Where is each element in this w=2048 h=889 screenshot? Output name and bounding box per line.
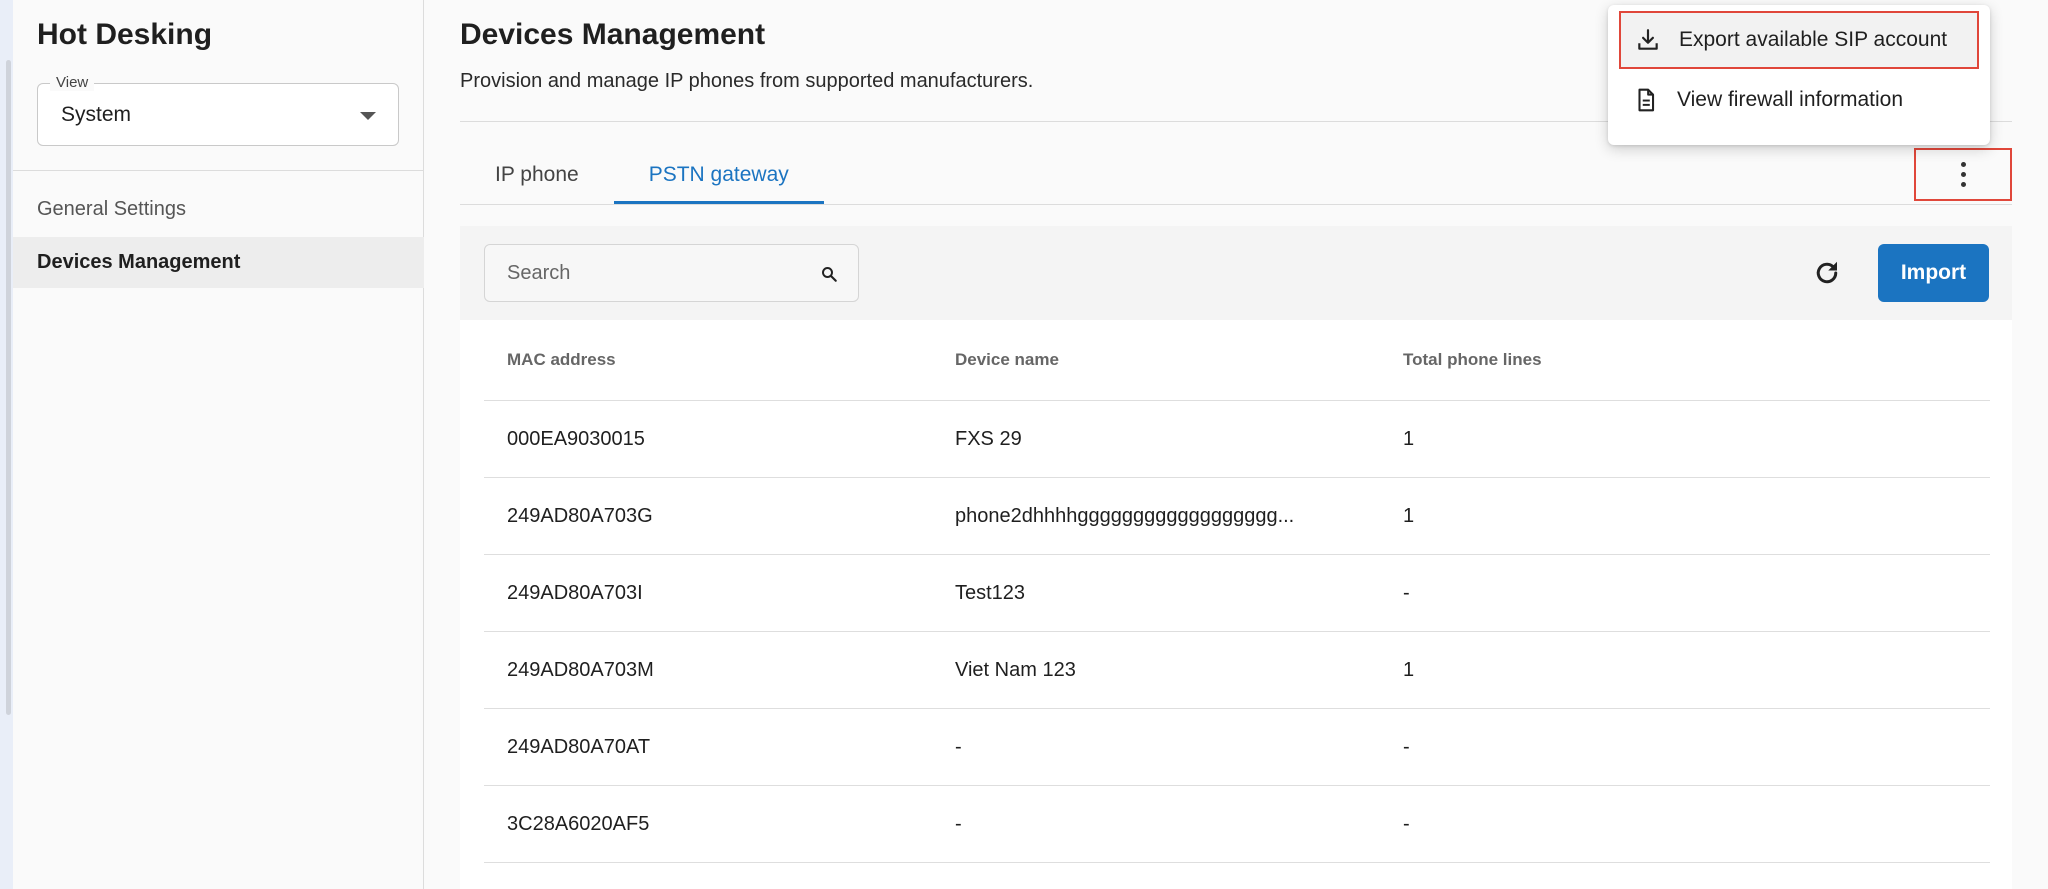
phone-lines-cell: - <box>1403 581 1410 604</box>
page-subtitle: Provision and manage IP phones from supp… <box>460 70 1034 92</box>
refresh-icon[interactable] <box>1812 258 1842 288</box>
view-select-value: System <box>61 103 132 126</box>
phone-lines-cell: 1 <box>1403 427 1415 450</box>
sidebar-item-general-settings[interactable]: General Settings <box>13 184 424 235</box>
view-select-label: View <box>50 74 95 91</box>
mac-address-cell: 000EA9030015 <box>507 427 645 450</box>
phone-lines-cell: 1 <box>1403 658 1415 681</box>
sidebar: Hot Desking View System General Settings… <box>13 0 424 889</box>
table-row[interactable]: 249AD80A703M Viet Nam 123 1 <box>484 632 1990 709</box>
tab-bar: IP phone PSTN gateway <box>460 148 824 204</box>
table-row[interactable]: 000EA9030015 FXS 29 1 <box>484 401 1990 478</box>
column-header-device-name[interactable]: Device name <box>955 350 1059 370</box>
document-icon <box>1638 88 1655 112</box>
more-options-menu: Export available SIP account View firewa… <box>1608 5 1990 145</box>
search-input[interactable] <box>485 245 805 301</box>
column-header-total-phone-lines[interactable]: Total phone lines <box>1403 350 1542 370</box>
more-options-button[interactable] <box>1914 148 2012 201</box>
tab-pstn-gateway[interactable]: PSTN gateway <box>613 148 824 204</box>
table-header-row: MAC address Device name Total phone line… <box>484 320 1990 401</box>
device-name-cell: - <box>955 735 962 758</box>
mac-address-cell: 249AD80A703G <box>507 504 653 527</box>
table-row[interactable]: 249AD80A703I Test123 - <box>484 555 1990 632</box>
table-row[interactable]: 3C28A6020AF5 - - <box>484 786 1990 863</box>
menu-item-export-sip-account[interactable]: Export available SIP account <box>1619 11 1979 69</box>
page-title: Devices Management <box>460 18 766 51</box>
sidebar-item-label: Devices Management <box>37 251 241 273</box>
phone-lines-cell: - <box>1403 812 1410 835</box>
devices-panel: Import MAC address Device name Total pho… <box>460 226 2012 889</box>
sidebar-item-label: General Settings <box>37 198 186 220</box>
device-name-cell: FXS 29 <box>955 427 1022 450</box>
search-box <box>484 244 859 302</box>
mac-address-cell: 249AD80A70AT <box>507 735 651 758</box>
mac-address-cell: 249AD80A703I <box>507 581 643 604</box>
menu-item-view-firewall-information[interactable]: View firewall information <box>1619 71 1979 129</box>
menu-item-label: Export available SIP account <box>1679 28 1948 51</box>
mac-address-cell: 249AD80A703M <box>507 658 654 681</box>
toolbar: Import <box>460 226 2012 320</box>
left-edge-strip <box>0 0 13 889</box>
import-button[interactable]: Import <box>1878 244 1989 302</box>
tabs-divider <box>460 204 2012 205</box>
device-name-cell: Viet Nam 123 <box>955 658 1076 681</box>
caret-down-icon <box>360 112 376 120</box>
devices-table: MAC address Device name Total phone line… <box>484 320 1990 863</box>
column-header-mac-address[interactable]: MAC address <box>507 350 616 370</box>
sidebar-item-devices-management[interactable]: Devices Management <box>13 237 424 288</box>
device-name-cell: Test123 <box>955 581 1026 604</box>
download-icon <box>1638 29 1658 50</box>
view-select[interactable]: View System <box>37 74 399 146</box>
table-row[interactable]: 249AD80A703G phone2dhhhhgggggggggggggggg… <box>484 478 1990 555</box>
device-name-cell: phone2dhhhhgggggggggggggggggg... <box>955 504 1295 527</box>
mac-address-cell: 3C28A6020AF5 <box>507 812 650 835</box>
table-row[interactable]: 249AD80A70AT - - <box>484 709 1990 786</box>
search-icon[interactable] <box>820 265 838 283</box>
sidebar-divider <box>13 170 424 171</box>
phone-lines-cell: - <box>1403 735 1410 758</box>
device-name-cell: - <box>955 812 962 835</box>
tab-ip-phone[interactable]: IP phone <box>460 148 614 204</box>
scrollbar-thumb[interactable] <box>6 60 11 715</box>
phone-lines-cell: 1 <box>1403 504 1415 527</box>
menu-item-label: View firewall information <box>1677 88 1904 111</box>
more-vertical-icon <box>1960 162 1966 187</box>
app-title: Hot Desking <box>37 18 213 51</box>
